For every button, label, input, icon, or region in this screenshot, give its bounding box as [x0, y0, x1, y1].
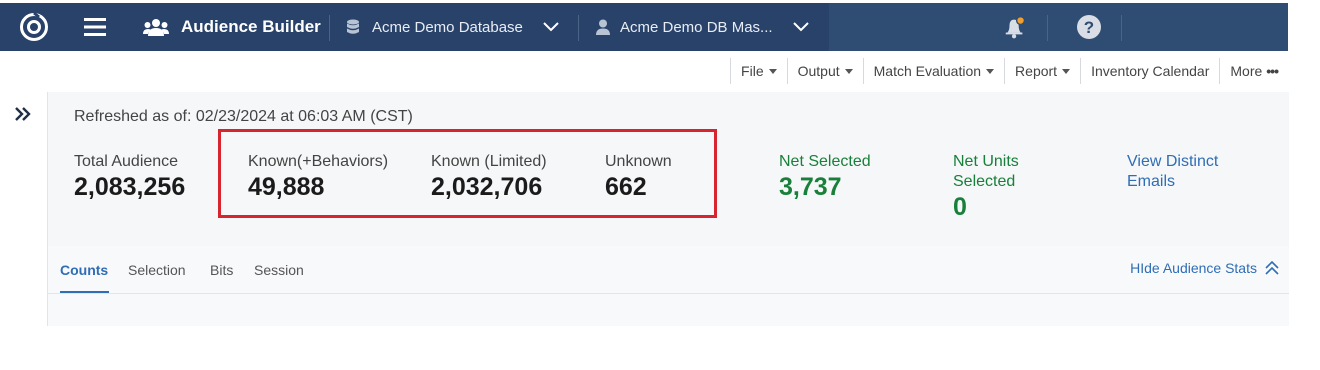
- database-selector-label: Acme Demo Database: [372, 18, 523, 36]
- tabs-area: Counts Selection Bits Session HIde Audie…: [48, 246, 1289, 326]
- stat-net-selected: Net Selected 3,737: [779, 152, 871, 202]
- notifications-button[interactable]: [1003, 3, 1027, 51]
- logo-icon: [20, 11, 48, 41]
- divider: [1047, 15, 1048, 41]
- caret-down-icon: [844, 68, 853, 74]
- app-logo[interactable]: [18, 3, 50, 51]
- menu-output[interactable]: Output: [786, 58, 863, 84]
- top-navigation-bar: Audience Builder Acme Demo Database Acme…: [0, 3, 1288, 51]
- stat-label: Selected: [953, 173, 1016, 190]
- menu-more-label: More: [1230, 63, 1263, 79]
- stat-value: 2,083,256: [74, 173, 186, 201]
- database-dropdown-toggle[interactable]: [543, 3, 559, 51]
- stat-net-units-selected: Net Units Selected 0: [953, 152, 1019, 222]
- database-icon: [347, 19, 359, 34]
- menu-report[interactable]: Report: [1004, 58, 1080, 84]
- action-menu-bar: File Output Match Evaluation Report Inve…: [730, 58, 1288, 84]
- stat-value: 0: [953, 193, 967, 221]
- stat-label: Total Audience: [74, 153, 179, 170]
- bell-icon: [1005, 15, 1026, 39]
- double-chevron-up-icon: [1265, 261, 1279, 275]
- tab-bits[interactable]: Bits: [210, 262, 233, 278]
- menu-file[interactable]: File: [730, 58, 787, 84]
- main-menu-button[interactable]: [84, 3, 108, 51]
- caret-down-icon: [1062, 68, 1071, 74]
- chevron-down-icon: [543, 22, 559, 32]
- master-dropdown-toggle[interactable]: [793, 3, 809, 51]
- more-dots-icon: •••: [1266, 63, 1279, 79]
- menu-inventory-calendar-label: Inventory Calendar: [1091, 63, 1210, 79]
- view-distinct-emails-link[interactable]: View Distinct Emails: [1127, 152, 1218, 192]
- tab-selection[interactable]: Selection: [128, 262, 186, 278]
- help-icon: ?: [1077, 15, 1101, 39]
- user-icon: [596, 19, 610, 35]
- menu-match-evaluation[interactable]: Match Evaluation: [862, 58, 1004, 84]
- expand-sidebar-button[interactable]: [13, 102, 33, 126]
- menu-report-label: Report: [1015, 63, 1058, 79]
- app-title-label: Audience Builder: [181, 17, 321, 36]
- divider: [1121, 15, 1122, 41]
- tabs-divider: [48, 293, 1289, 294]
- menu-more[interactable]: More •••: [1219, 58, 1288, 84]
- database-selector[interactable]: Acme Demo Database: [346, 3, 523, 51]
- help-button[interactable]: ?: [1076, 3, 1102, 51]
- divider: [329, 15, 330, 41]
- highlight-annotation-box: [218, 129, 717, 218]
- users-icon: [143, 19, 169, 36]
- caret-down-icon: [768, 68, 777, 74]
- divider: [578, 15, 579, 41]
- menu-match-evaluation-label: Match Evaluation: [873, 63, 982, 79]
- app-title[interactable]: Audience Builder: [143, 3, 321, 51]
- menu-file-label: File: [741, 63, 764, 79]
- hamburger-icon: [84, 18, 106, 36]
- stat-label: Net Selected: [779, 153, 871, 170]
- master-selector[interactable]: Acme Demo DB Mas...: [596, 3, 773, 51]
- menu-output-label: Output: [797, 63, 840, 79]
- caret-down-icon: [986, 68, 995, 74]
- menu-inventory-calendar[interactable]: Inventory Calendar: [1080, 58, 1219, 84]
- master-selector-label: Acme Demo DB Mas...: [620, 18, 773, 36]
- stat-total-audience: Total Audience 2,083,256: [74, 152, 185, 202]
- hide-audience-stats-label: HIde Audience Stats: [1130, 260, 1257, 276]
- link-text: Emails: [1127, 173, 1176, 190]
- active-tab-indicator: [60, 291, 109, 293]
- double-chevron-right-icon: [15, 107, 31, 121]
- tab-session[interactable]: Session: [254, 262, 304, 278]
- stat-value: 3,737: [779, 173, 842, 201]
- refreshed-timestamp: Refreshed as of: 02/23/2024 at 06:03 AM …: [74, 108, 413, 125]
- chevron-down-icon: [793, 22, 809, 32]
- hide-audience-stats-button[interactable]: HIde Audience Stats: [1130, 260, 1279, 276]
- link-text: View Distinct: [1127, 153, 1219, 170]
- tab-counts[interactable]: Counts: [60, 262, 108, 278]
- stat-label: Net Units: [953, 153, 1019, 170]
- svg-text:?: ?: [1084, 18, 1094, 37]
- audience-stats-panel: Refreshed as of: 02/23/2024 at 06:03 AM …: [47, 92, 1289, 326]
